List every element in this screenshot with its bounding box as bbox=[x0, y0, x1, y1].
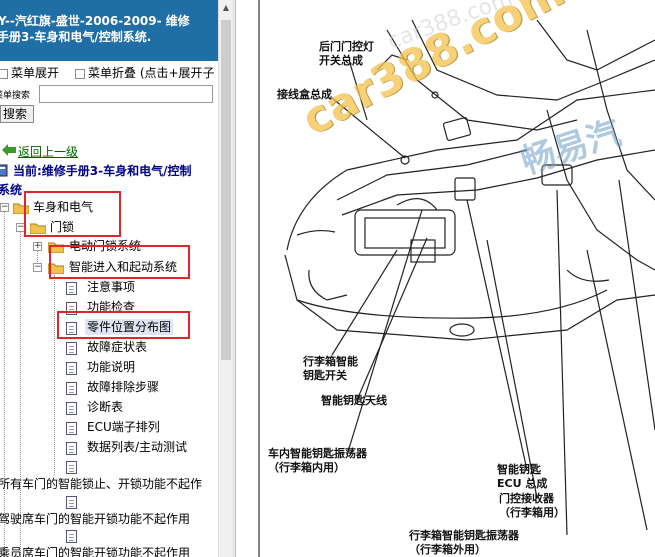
tree-guide-line bbox=[54, 275, 55, 475]
menu-expand-button[interactable]: 菜单展开 bbox=[0, 64, 59, 82]
tree-item-troubleshooting[interactable]: 故障排除步骤 bbox=[87, 379, 159, 395]
collapse-toggle[interactable]: − bbox=[33, 263, 42, 272]
search-button[interactable]: 搜索 bbox=[0, 105, 34, 123]
highlight-box bbox=[24, 191, 121, 237]
search-label: 菜单搜索 bbox=[0, 91, 31, 101]
tree-item-diagnosis-table[interactable]: 诊断表 bbox=[87, 399, 123, 415]
back-link[interactable]: 返回上一级 bbox=[18, 143, 78, 160]
left-nav-pane: Y--汽红旗-盛世-2006-2009- 维修 手册3-车身和电气/控制系统. … bbox=[0, 0, 218, 557]
document-icon bbox=[66, 282, 77, 295]
highlight-box bbox=[49, 245, 190, 279]
document-icon bbox=[66, 362, 77, 375]
collapse-toggle[interactable]: − bbox=[0, 203, 9, 212]
tree-guide-line bbox=[4, 212, 5, 557]
scroll-up-arrow-icon[interactable]: ▲ bbox=[221, 3, 231, 13]
tree-item-ecu-terminals[interactable]: ECU端子排列 bbox=[87, 419, 160, 435]
diagram-pane: car388.com car388.com 畅易汽 后门门控灯 开关总成 接线盒… bbox=[237, 0, 655, 557]
menu-collapse-label: 菜单折叠 (点击+展开子 bbox=[88, 66, 215, 80]
tree-item-driver-door-smart-unlock[interactable]: 驾驶席车门的智能开锁功能不起作用 bbox=[0, 511, 190, 527]
highlight-box bbox=[57, 311, 190, 339]
document-icon bbox=[66, 382, 77, 395]
tree-item-precautions[interactable]: 注意事项 bbox=[87, 279, 135, 295]
label-trunk-smart-key-switch: 行李箱智能 钥匙开关 bbox=[303, 355, 358, 382]
tree-item-passenger-door-smart-unlock[interactable]: 乘员席车门的智能开锁功能不起作用 bbox=[0, 545, 190, 557]
search-input[interactable] bbox=[39, 85, 213, 103]
document-icon bbox=[66, 530, 77, 543]
collapse-all-icon bbox=[75, 68, 85, 79]
document-icon bbox=[66, 342, 77, 355]
nav-scrollbar[interactable]: ▲ bbox=[218, 0, 232, 557]
tree-item-all-doors-smart-lock[interactable]: 所有车门的智能锁止、开锁功能不起作 bbox=[0, 476, 202, 492]
tree-item-function-description[interactable]: 功能说明 bbox=[87, 359, 135, 375]
label-trunk-smart-key-oscillator: 行李箱智能钥匙振荡器 （行李箱外用） bbox=[409, 529, 519, 556]
book-icon bbox=[0, 164, 8, 177]
tree-item-symptom-table[interactable]: 故障症状表 bbox=[87, 339, 147, 355]
tree-item-data-list[interactable]: 数据列表/主动测试 bbox=[87, 439, 187, 455]
label-cabin-smart-key-oscillator: 车内智能钥匙振荡器 （行李箱内用） bbox=[268, 447, 367, 474]
scroll-thumb[interactable] bbox=[221, 20, 231, 360]
menu-toggle-row: 菜单展开 菜单折叠 (点击+展开子 bbox=[0, 64, 218, 82]
search-row: 菜单搜索 bbox=[0, 85, 218, 103]
document-icon bbox=[66, 442, 77, 455]
manual-title-bar: Y--汽红旗-盛世-2006-2009- 维修 手册3-车身和电气/控制系统. bbox=[0, 0, 218, 61]
document-icon bbox=[66, 422, 77, 435]
tree-guide-line bbox=[20, 232, 21, 557]
document-icon bbox=[66, 496, 77, 509]
menu-expand-label: 菜单展开 bbox=[11, 66, 60, 80]
document-icon bbox=[66, 461, 77, 474]
label-smart-key-antenna: 智能钥匙天线 bbox=[321, 394, 387, 407]
title-line-1: Y--汽红旗-盛世-2006-2009- 维修 bbox=[0, 14, 190, 28]
current-line-1: 当前:维修手册3-车身和电气/控制 bbox=[13, 164, 192, 178]
back-arrow-icon bbox=[2, 144, 16, 156]
pane-divider[interactable] bbox=[232, 0, 236, 557]
label-junction-box: 接线盒总成 bbox=[277, 88, 332, 101]
title-line-2: 手册3-车身和电气/控制系统. bbox=[0, 30, 152, 44]
label-door-control-receiver: 门控接收器 （行李箱用） bbox=[499, 492, 565, 519]
expand-all-icon bbox=[0, 68, 8, 79]
expand-toggle[interactable]: + bbox=[33, 242, 42, 251]
menu-collapse-button[interactable]: 菜单折叠 (点击+展开子 bbox=[75, 64, 215, 82]
document-icon bbox=[66, 402, 77, 415]
current-line-2: 系统 bbox=[0, 183, 23, 197]
label-smart-key-ecu: 智能钥匙 ECU 总成 bbox=[497, 463, 548, 490]
label-rear-door-courtesy-switch: 后门门控灯 开关总成 bbox=[319, 40, 374, 67]
